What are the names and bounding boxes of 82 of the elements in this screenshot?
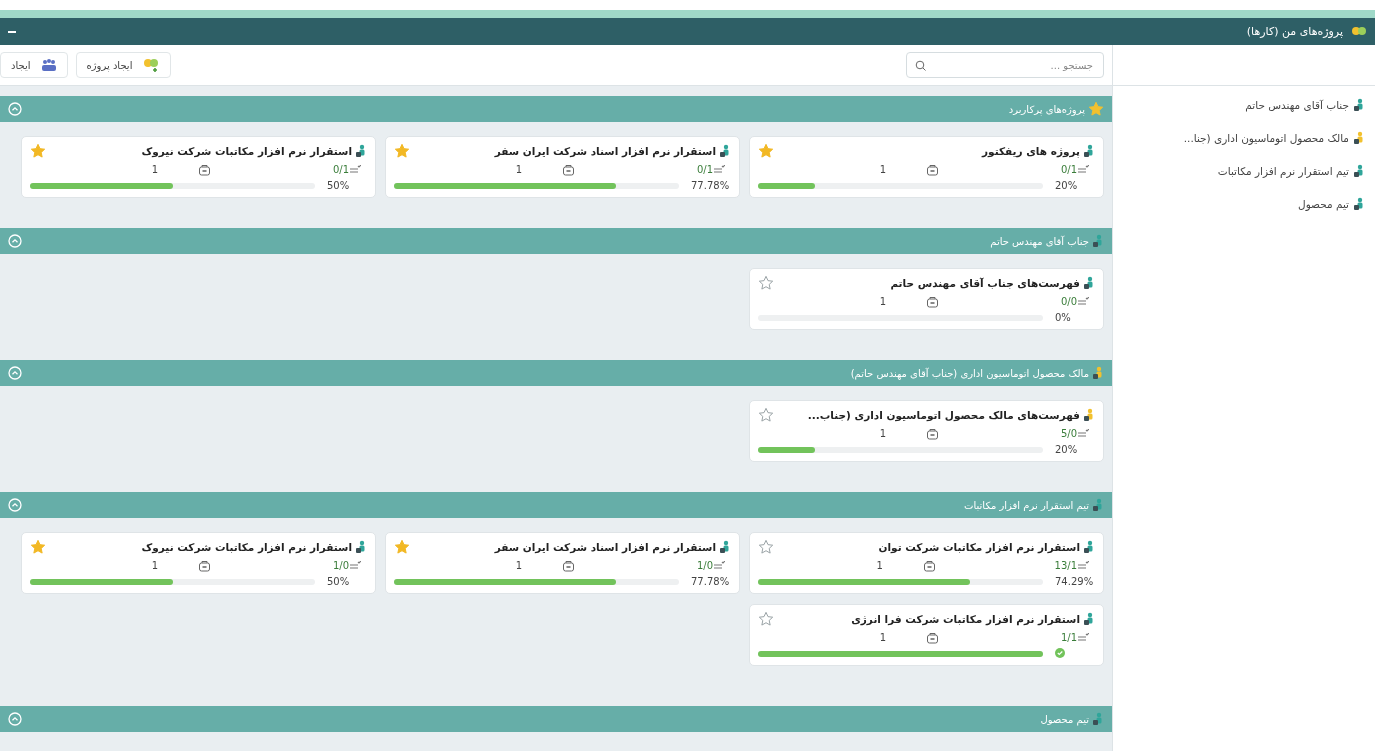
progress-percent: 50%	[327, 180, 351, 191]
member-count: 1	[151, 560, 159, 571]
star-outline-icon[interactable]	[758, 539, 774, 555]
bag-icon	[198, 559, 212, 572]
task-count: 1/0	[332, 560, 349, 571]
project-title: پروژه های ریفکتور	[980, 145, 1080, 157]
bag-icon	[926, 631, 940, 644]
list-icon	[1077, 428, 1089, 439]
sidebar-item[interactable]: مالک محصول اتوماسیون اداری (جنا...	[1123, 131, 1365, 145]
filled-star-icon[interactable]	[30, 539, 46, 555]
list-icon	[1077, 632, 1089, 643]
create-button[interactable]: ایجاد	[0, 52, 68, 78]
search-icon	[915, 59, 926, 71]
progress-percent: 20%	[1055, 180, 1079, 191]
task-count: 0/1	[332, 164, 349, 175]
progress-percent: 77.78%	[691, 180, 731, 191]
check-circle-icon	[1055, 648, 1065, 658]
project-title: استقرار نرم افزار اسناد شرکت ایران سفر	[493, 541, 716, 553]
member-count: 1	[879, 164, 887, 175]
star-outline-icon[interactable]	[758, 275, 774, 291]
task-count: 1/1	[1060, 632, 1077, 643]
sidebar-item[interactable]: تیم محصول	[1123, 197, 1365, 211]
list-icon	[1077, 164, 1089, 175]
project-title: فهرست‌های مالک محصول اتوماسیون اداری (جناب...	[806, 409, 1080, 421]
bag-icon	[198, 163, 212, 176]
member-count: 1	[879, 632, 887, 643]
filled-star-icon[interactable]	[394, 143, 410, 159]
star-outline-icon[interactable]	[758, 611, 774, 627]
create-button[interactable]: ایجاد پروژه	[75, 52, 172, 78]
list-icon	[349, 560, 361, 571]
bag-icon	[926, 295, 940, 308]
task-count: 13/1	[1054, 560, 1077, 571]
people-icon	[142, 58, 161, 72]
project-title: استقرار نرم افزار اسناد شرکت ایران سفر	[493, 145, 716, 157]
task-count: 0/0	[1060, 296, 1077, 307]
bag-icon	[922, 559, 936, 572]
progress-percent: 20%	[1055, 444, 1079, 455]
sidebar-item[interactable]: تیم استقرار نرم افزار مکاتبات	[1123, 164, 1365, 178]
progress-percent: 74.29%	[1055, 576, 1095, 587]
task-count: 1/0	[696, 560, 713, 571]
search-field[interactable]: جستجو ...	[906, 52, 1104, 78]
minimize-icon[interactable]	[8, 30, 16, 33]
filled-star-icon[interactable]	[394, 539, 410, 555]
collapse-icon[interactable]	[8, 234, 22, 248]
project-title: استقرار نرم افزار مکاتبات شرکت فرا انرژی	[850, 613, 1080, 625]
progress-percent: 0%	[1055, 312, 1072, 323]
search-input[interactable]: جستجو ...	[932, 58, 1095, 72]
list-icon	[713, 560, 725, 571]
list-icon	[1077, 296, 1089, 307]
project-title: فهرست‌های جناب آقای مهندس حاتم	[889, 277, 1080, 289]
bag-icon	[562, 559, 576, 572]
task-count: 5/0	[1060, 428, 1077, 439]
collapse-icon[interactable]	[8, 102, 22, 116]
task-count: 0/1	[696, 164, 713, 175]
list-icon	[1077, 560, 1089, 571]
filled-star-icon[interactable]	[30, 143, 46, 159]
member-count: 1	[151, 164, 159, 175]
collapse-icon[interactable]	[8, 366, 22, 380]
bag-icon	[562, 163, 576, 176]
window-title: پروژه‌های من (کارها)	[1245, 25, 1343, 38]
filled-star-icon[interactable]	[1088, 101, 1104, 117]
sidebar-item[interactable]: جناب آقای مهندس حاتم	[1123, 98, 1365, 112]
task-count: 0/1	[1060, 164, 1077, 175]
star-outline-icon[interactable]	[758, 407, 774, 423]
project-title: استقرار نرم افزار مکاتبات شرکت نیروک	[140, 541, 352, 553]
list-icon	[713, 164, 725, 175]
list-icon	[349, 164, 361, 175]
progress-percent: 77.78%	[691, 576, 731, 587]
collapse-icon[interactable]	[8, 712, 22, 726]
member-count: 1	[515, 560, 523, 571]
progress-percent: 50%	[327, 576, 351, 587]
member-count: 1	[879, 296, 887, 307]
project-title: استقرار نرم افزار مکاتبات شرکت نیروک	[140, 145, 352, 157]
group-icon	[40, 58, 57, 72]
bag-icon	[926, 427, 940, 440]
member-count: 1	[876, 560, 883, 571]
bag-icon	[926, 163, 940, 176]
member-count: 1	[879, 428, 887, 439]
member-count: 1	[515, 164, 523, 175]
project-title: استقرار نرم افزار مکاتبات شرکت توان	[877, 541, 1080, 553]
collapse-icon[interactable]	[8, 498, 22, 512]
filled-star-icon[interactable]	[758, 143, 774, 159]
